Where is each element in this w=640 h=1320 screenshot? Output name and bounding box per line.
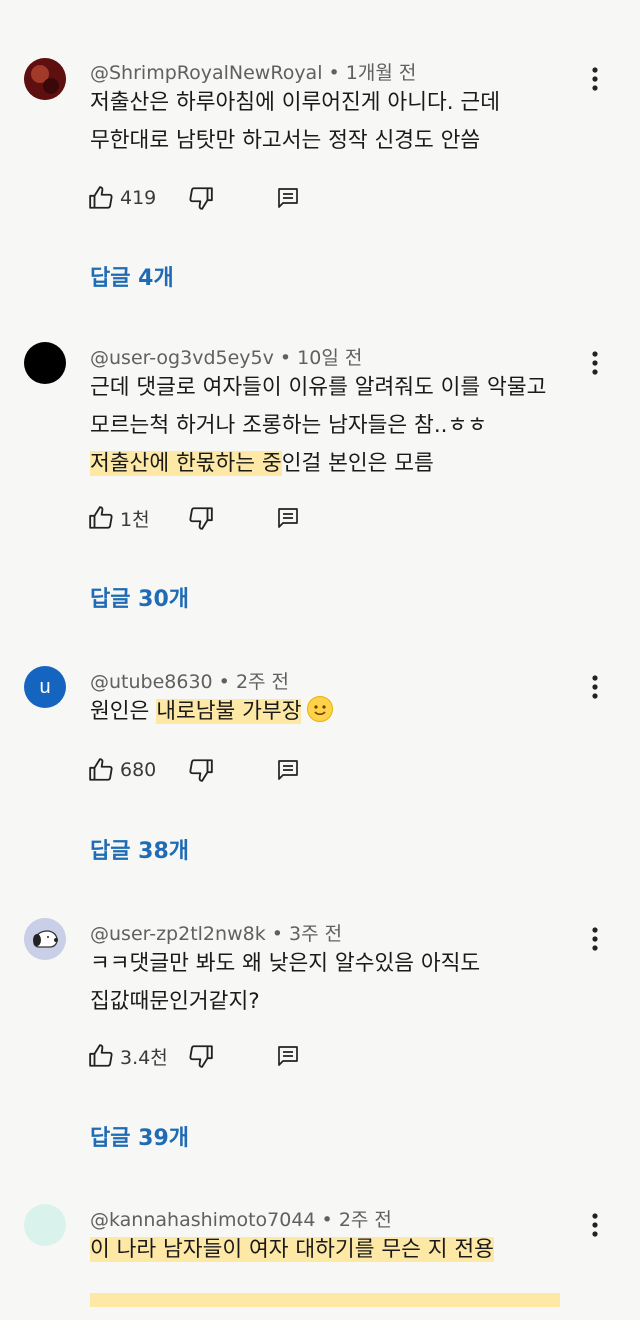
thumbs-up-icon	[89, 1044, 113, 1067]
avatar[interactable]	[24, 918, 66, 960]
clipped-replies-link[interactable]	[88, 0, 208, 4]
thumbs-up-icon	[89, 506, 113, 529]
more-vertical-icon[interactable]	[584, 1210, 606, 1240]
comment-line: 저출산에 한몫하는 중인걸 본인은 모름	[90, 445, 590, 483]
like-button[interactable]: 680	[88, 754, 156, 786]
thumbs-down-icon	[189, 759, 213, 782]
comment-icon	[278, 508, 298, 528]
avatar[interactable]	[24, 58, 66, 100]
like-button[interactable]: 3.4천	[88, 1040, 168, 1072]
view-replies-link[interactable]: 답글 4개	[90, 260, 174, 292]
timestamp: 2주 전	[338, 1209, 392, 1231]
smiling-face-emoji-icon	[307, 696, 334, 722]
text-span: 원인은	[90, 699, 157, 724]
comment-line: 집값때문인거같지?	[90, 983, 590, 1021]
snoopy-avatar-icon	[24, 918, 66, 960]
reply-button[interactable]	[276, 502, 300, 534]
view-replies-link[interactable]: 답글 30개	[90, 581, 189, 613]
like-button[interactable]: 419	[88, 182, 156, 214]
author-name[interactable]: @user-zp2tl2nw8k	[90, 923, 266, 945]
highlighted-text: 이 나라 남자들이 여자 대하기를 무슨 지 전용	[90, 1237, 494, 1262]
text-span: ㅋㅋ댓글만 봐도 왜 낮은지 알수있음 아직도	[90, 951, 481, 976]
comment-actions: 3.4천	[88, 1040, 328, 1072]
like-count: 680	[120, 759, 157, 781]
text-span: 인걸 본인은 모름	[281, 451, 434, 476]
thumbs-down-icon	[189, 507, 213, 530]
comment-actions: 419	[88, 182, 328, 214]
highlighted-text: 저출산에 한몫하는 중	[90, 451, 282, 476]
comment-meta: @utube8630 • 2주 전	[90, 671, 290, 693]
dislike-button[interactable]	[188, 1040, 214, 1072]
more-vertical-icon[interactable]	[584, 348, 606, 378]
author-name[interactable]: @ShrimpRoyalNewRoyal	[90, 62, 322, 84]
comment-line: 근데 댓글로 여자들이 이유를 알려줘도 이를 악물고	[90, 369, 590, 407]
avatar[interactable]	[24, 1204, 66, 1246]
comment-line: 이 나라 남자들이 여자 대하기를 무슨 지 전용	[90, 1231, 590, 1269]
more-vertical-icon[interactable]	[584, 64, 606, 94]
comment-icon	[278, 188, 298, 208]
text-span: 저출산은 하루아침에 이루어진게 아니다. 근데	[90, 90, 500, 115]
comment-line: 모르는척 하거나 조롱하는 남자들은 참..ㅎㅎ	[90, 407, 590, 445]
reply-button[interactable]	[276, 754, 300, 786]
comment-actions: 680	[88, 754, 328, 786]
comment-icon	[278, 1046, 298, 1066]
like-count: 419	[120, 187, 157, 209]
comment-icon	[278, 760, 298, 780]
comment-line: ㅋㅋ댓글만 봐도 왜 낮은지 알수있음 아직도	[90, 945, 590, 983]
reply-button[interactable]	[276, 1040, 300, 1072]
comment-line-clipped	[90, 1269, 590, 1307]
avatar[interactable]: u	[24, 666, 66, 708]
author-name[interactable]: @kannahashimoto7044	[90, 1209, 316, 1231]
text-span: 무한대로 남탓만 하고서는 정작 신경도 안씀	[90, 128, 481, 153]
text-span: 근데 댓글로 여자들이 이유를 알려줘도 이를 악물고	[90, 375, 547, 400]
comment-text: ㅋㅋ댓글만 봐도 왜 낮은지 알수있음 아직도 집값때문인거같지?	[90, 945, 590, 1021]
more-vertical-icon[interactable]	[584, 672, 606, 702]
author-name[interactable]: @utube8630	[90, 671, 213, 693]
comment-meta: @ShrimpRoyalNewRoyal • 1개월 전	[90, 62, 417, 84]
comment-text: 원인은 내로남불 가부장	[90, 693, 590, 731]
view-replies-link[interactable]: 답글 38개	[90, 833, 189, 865]
highlighted-text: 내로남불 가부장	[156, 699, 302, 724]
timestamp: 3주 전	[289, 923, 343, 945]
comment-line: 원인은 내로남불 가부장	[90, 693, 590, 731]
more-vertical-icon[interactable]	[584, 924, 606, 954]
dislike-button[interactable]	[188, 182, 214, 214]
timestamp: 2주 전	[235, 671, 290, 693]
comment-line: 무한대로 남탓만 하고서는 정작 신경도 안씀	[90, 122, 590, 160]
thumbs-up-icon	[89, 186, 113, 209]
dislike-button[interactable]	[188, 754, 214, 786]
comment-text: 저출산은 하루아침에 이루어진게 아니다. 근데 무한대로 남탓만 하고서는 정…	[90, 84, 590, 160]
comment-actions: 1천	[88, 502, 328, 534]
comment-meta: @kannahashimoto7044 • 2주 전	[90, 1209, 392, 1231]
text-span: 집값때문인거같지?	[90, 989, 260, 1014]
comment-line: 저출산은 하루아침에 이루어진게 아니다. 근데	[90, 84, 590, 122]
like-count: 3.4천	[120, 1046, 168, 1069]
like-count: 1천	[120, 508, 150, 531]
dislike-button[interactable]	[188, 502, 214, 534]
comment-meta: @user-og3vd5ey5v • 10일 전	[90, 347, 363, 369]
author-name[interactable]: @user-og3vd5ey5v	[90, 347, 274, 369]
comment-text: 근데 댓글로 여자들이 이유를 알려줘도 이를 악물고 모르는척 하거나 조롱하…	[90, 369, 590, 483]
thumbs-down-icon	[189, 1045, 213, 1068]
reply-button[interactable]	[276, 182, 300, 214]
like-button[interactable]: 1천	[88, 502, 150, 534]
thumbs-down-icon	[189, 187, 213, 210]
comment-meta: @user-zp2tl2nw8k • 3주 전	[90, 923, 343, 945]
comment-text: 이 나라 남자들이 여자 대하기를 무슨 지 전용	[90, 1231, 590, 1307]
view-replies-link[interactable]: 답글 39개	[90, 1120, 189, 1152]
avatar[interactable]	[24, 342, 66, 384]
timestamp: 10일 전	[297, 347, 363, 369]
timestamp: 1개월 전	[345, 62, 417, 84]
text-span: 모르는척 하거나 조롱하는 남자들은 참..ㅎㅎ	[90, 413, 488, 438]
thumbs-up-icon	[89, 758, 113, 781]
avatar-letter: u	[39, 675, 51, 698]
